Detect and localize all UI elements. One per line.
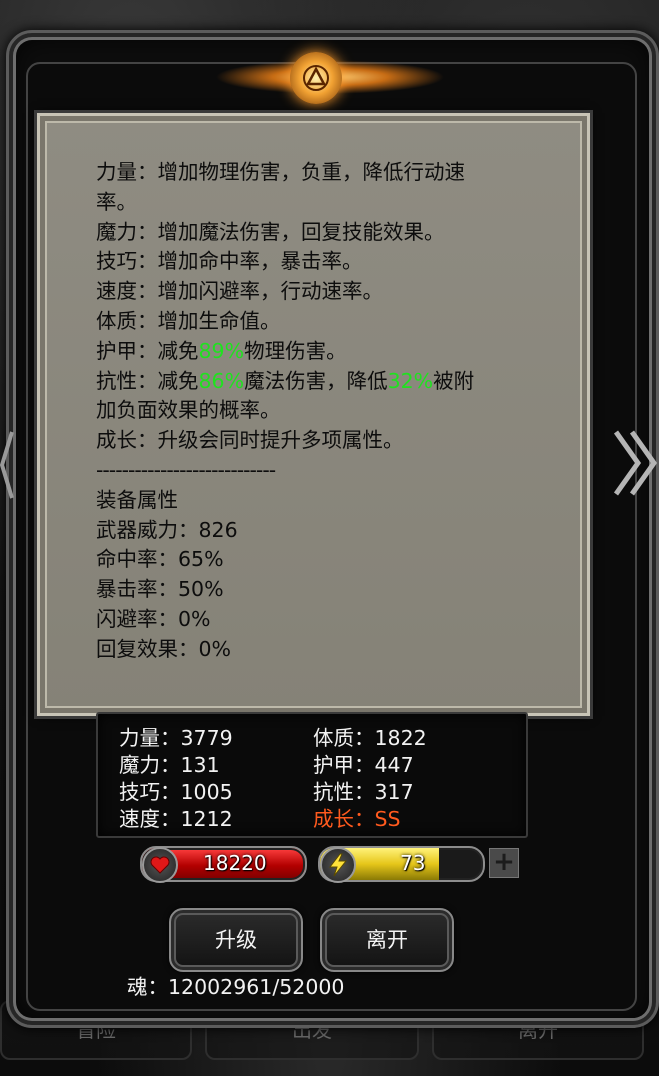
info-line: 技巧：增加命中率，暴击率。 xyxy=(96,249,363,274)
leave-label: 离开 xyxy=(366,928,408,952)
equip-line: 武器威力：826 xyxy=(96,517,238,542)
stat-strength: 力量：3779 xyxy=(119,726,233,750)
add-energy-button[interactable]: + xyxy=(489,848,519,878)
info-text: 力量：增加物理伤害，负重，降低行动速 率。 魔力：增加魔法伤害，回复技能效果。 … xyxy=(96,158,526,665)
info-line: 力量：增加物理伤害，负重，降低行动速 xyxy=(96,160,465,184)
equip-line: 闪避率：0% xyxy=(96,606,211,631)
resist-line: 抗性：减免86%魔法伤害，降低32%被附 xyxy=(96,367,526,397)
stat-armor: 护甲：447 xyxy=(313,753,414,777)
resist-line-2: 加负面效果的概率。 xyxy=(96,398,281,423)
info-line: 速度：增加闪避率，行动速率。 xyxy=(96,279,383,304)
armor-line: 护甲：减免89%物理伤害。 xyxy=(96,337,526,367)
equip-line: 命中率：65% xyxy=(96,547,224,572)
stat-skill: 技巧：1005 xyxy=(119,780,233,804)
info-line: 魔力：增加魔法伤害，回复技能效果。 xyxy=(96,219,445,244)
divider: ---------------------------- xyxy=(96,457,276,482)
lightning-icon xyxy=(320,847,356,883)
stat-speed: 速度：1212 xyxy=(119,807,233,831)
stat-resistance: 抗性：317 xyxy=(313,780,414,804)
leave-button[interactable]: 离开 xyxy=(320,908,454,972)
info-line: 率。 xyxy=(96,189,137,214)
upgrade-label: 升级 xyxy=(215,928,257,952)
energy-value: 73 xyxy=(400,851,426,875)
resist-value-2: 32% xyxy=(387,368,434,393)
armor-suffix: 物理伤害。 xyxy=(244,338,347,363)
stat-magic: 魔力：131 xyxy=(119,753,220,777)
armor-value: 89% xyxy=(198,338,245,363)
stat-constitution: 体质：1822 xyxy=(313,726,427,750)
resist-middle: 魔法伤害，降低 xyxy=(244,368,388,393)
resist-prefix: 抗性：减免 xyxy=(96,368,199,393)
armor-prefix: 护甲：减免 xyxy=(96,338,199,363)
equip-line: 回复效果：0% xyxy=(96,636,232,661)
upgrade-button[interactable]: 升级 xyxy=(169,908,303,972)
prev-arrow-icon[interactable] xyxy=(0,430,14,500)
hp-value: 18220 xyxy=(203,851,267,875)
sun-emblem-icon xyxy=(290,52,342,104)
resist-value-1: 86% xyxy=(198,368,245,393)
equip-line: 暴击率：50% xyxy=(96,577,224,602)
resist-suffix: 被附 xyxy=(433,368,475,393)
next-arrow-icon[interactable] xyxy=(612,428,658,498)
plus-icon: + xyxy=(493,847,515,877)
info-line: 体质：增加生命值。 xyxy=(96,308,281,333)
soul-counter: 魂：12002961/52000 xyxy=(127,975,345,999)
equip-title: 装备属性 xyxy=(96,487,178,512)
heart-icon xyxy=(142,847,178,883)
stat-growth: 成长：SS xyxy=(313,807,401,831)
growth-line: 成长：升级会同时提升多项属性。 xyxy=(96,428,404,453)
